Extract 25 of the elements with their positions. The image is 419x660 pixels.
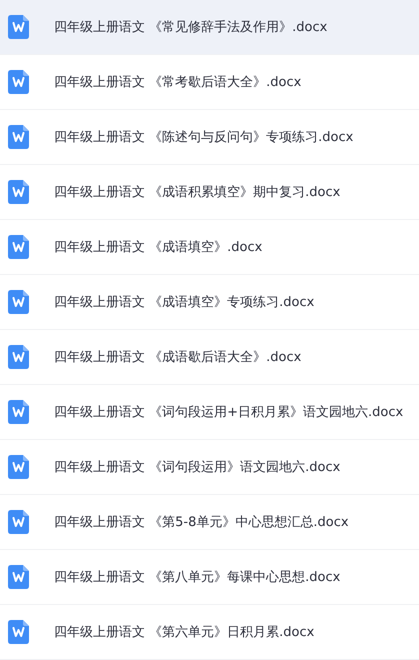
file-name: 四年级上册语文 《陈述句与反问句》专项练习.docx [54, 129, 354, 146]
file-name: 四年级上册语文 《成语歇后语大全》.docx [54, 349, 302, 366]
document-icon [8, 15, 29, 39]
document-icon [8, 345, 29, 369]
file-name: 四年级上册语文 《常见修辞手法及作用》.docx [54, 19, 328, 36]
file-name: 四年级上册语文 《成语积累填空》期中复习.docx [54, 184, 340, 201]
file-name: 四年级上册语文 《成语填空》专项练习.docx [54, 294, 314, 311]
document-icon [8, 400, 29, 424]
document-icon [8, 70, 29, 94]
file-name: 四年级上册语文 《词句段运用+日积月累》语文园地六.docx [54, 404, 404, 421]
document-icon [8, 620, 29, 644]
document-icon [8, 290, 29, 314]
document-icon [8, 125, 29, 149]
file-row[interactable]: 四年级上册语文 《常见修辞手法及作用》.docx [0, 0, 419, 55]
document-icon [8, 565, 29, 589]
file-name: 四年级上册语文 《第六单元》日积月累.docx [54, 624, 314, 641]
file-name: 四年级上册语文 《第5-8单元》中心思想汇总.docx [54, 514, 349, 531]
document-icon [8, 510, 29, 534]
document-icon [8, 180, 29, 204]
file-name: 四年级上册语文 《第八单元》每课中心思想.docx [54, 569, 340, 586]
file-name: 四年级上册语文 《常考歇后语大全》.docx [54, 74, 302, 91]
file-name: 四年级上册语文 《词句段运用》语文园地六.docx [54, 459, 340, 476]
file-name: 四年级上册语文 《成语填空》.docx [54, 239, 262, 256]
document-icon [8, 235, 29, 259]
document-icon [8, 455, 29, 479]
